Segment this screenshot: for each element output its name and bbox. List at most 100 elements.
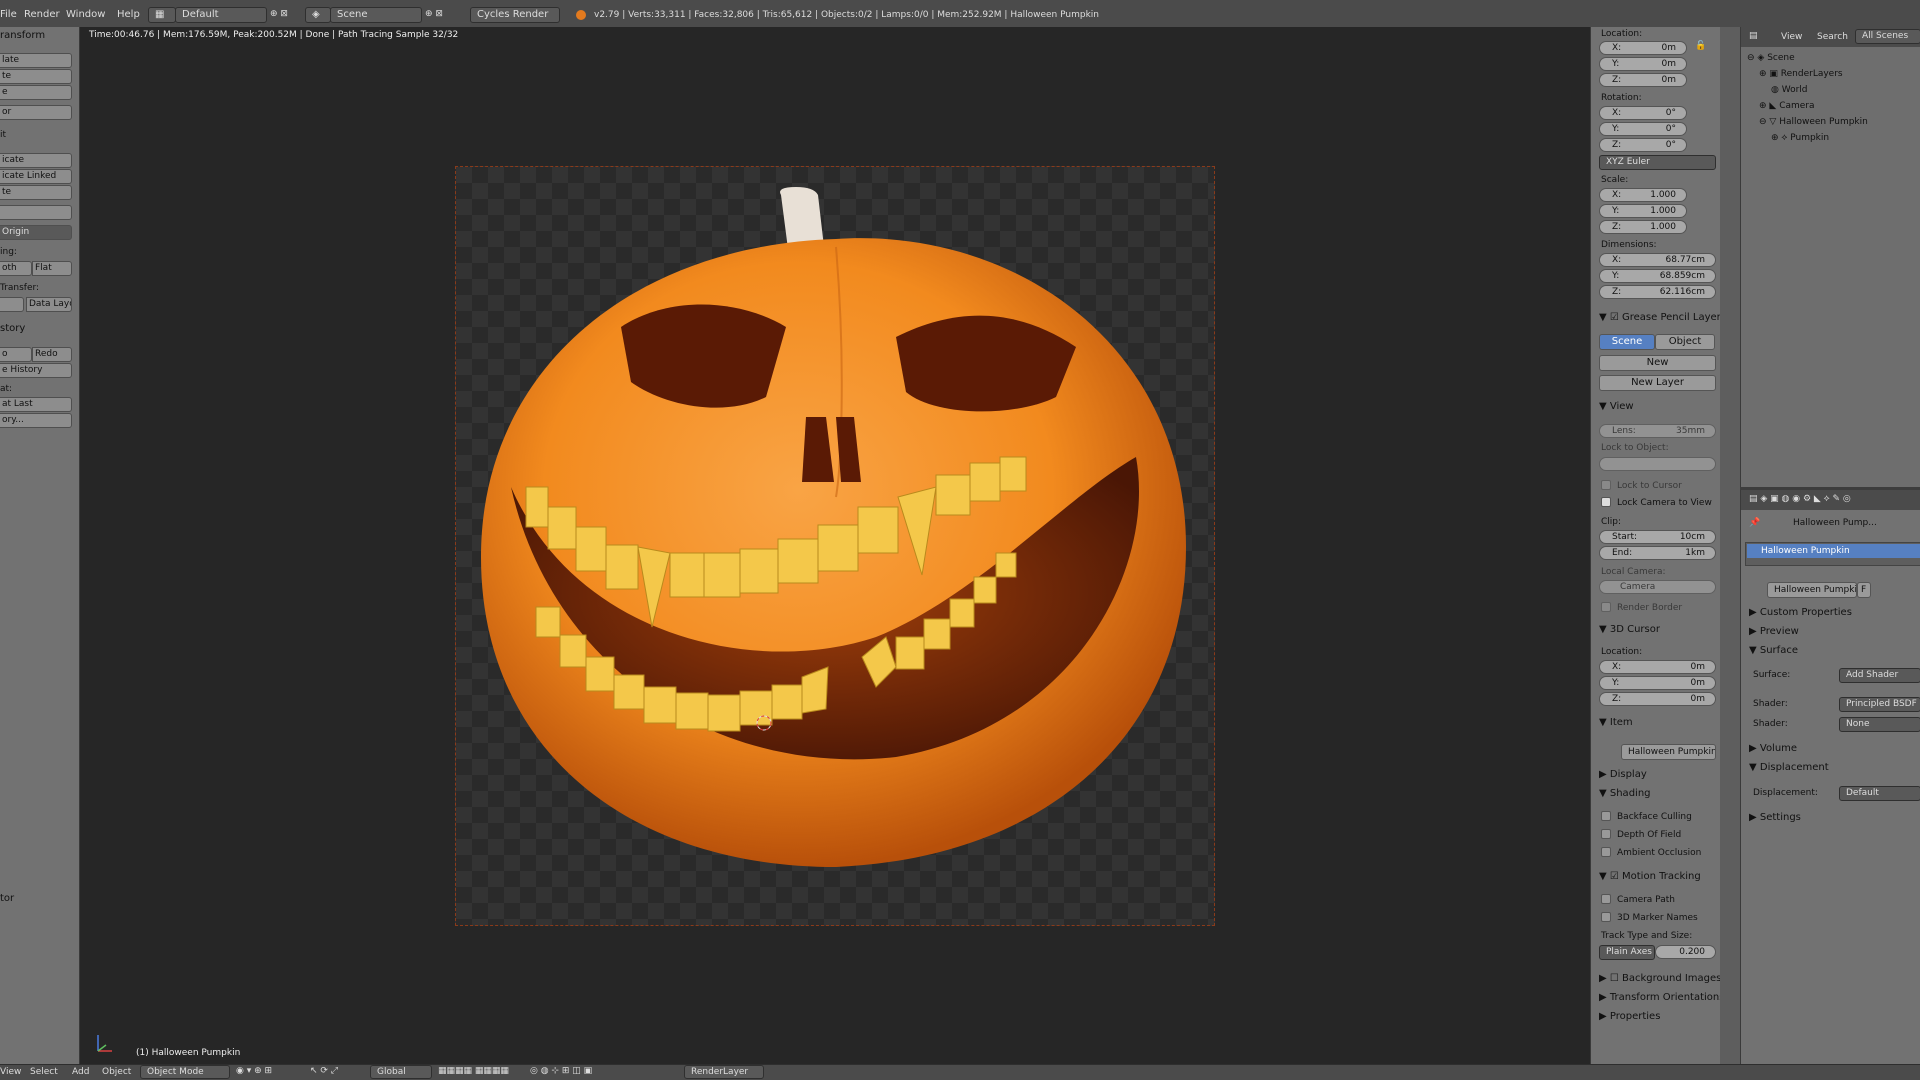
smooth-button[interactable]: oth <box>0 261 32 276</box>
outliner-display-mode[interactable]: All Scenes <box>1855 29 1920 44</box>
material-name-field[interactable]: Halloween Pumpkin <box>1767 582 1857 598</box>
outliner-view-menu[interactable]: View <box>1781 32 1802 42</box>
props-tabs-icon[interactable]: ▤ ◈ ▣ ◍ ◉ ⚙ ◣ ⟡ ✎ ◎ <box>1749 494 1851 504</box>
render-layer-selector[interactable]: RenderLayer <box>684 1065 764 1079</box>
displacement-header[interactable]: ▼ Displacement <box>1749 762 1829 773</box>
mirror-button[interactable]: or <box>0 105 72 120</box>
track-size-field[interactable]: 0.200 <box>1655 945 1716 959</box>
bg-images-header[interactable]: ▶ ☐ Background Images <box>1599 973 1721 984</box>
join-button[interactable] <box>0 205 72 220</box>
item-name-field[interactable]: Halloween Pumpkin <box>1621 744 1716 760</box>
layout-selector[interactable]: Default <box>175 7 267 23</box>
layout-add-icon[interactable]: ⊕ ⊠ <box>270 9 288 19</box>
volume-header[interactable]: ▶ Volume <box>1749 743 1797 754</box>
shading-header[interactable]: ▼ Shading <box>1599 788 1651 799</box>
surface-header[interactable]: ▼ Surface <box>1749 645 1798 656</box>
panel-divider[interactable] <box>1720 27 1740 1064</box>
clip-start-field[interactable]: Start: 10cm <box>1599 530 1716 544</box>
bottom-add-menu[interactable]: Add <box>72 1067 89 1077</box>
backface-culling-checkbox[interactable] <box>1601 811 1611 821</box>
gp-new-button[interactable]: New <box>1599 355 1716 371</box>
dof-checkbox[interactable] <box>1601 829 1611 839</box>
outliner-item-renderlayers[interactable]: ⊕ ▣ RenderLayers <box>1759 69 1843 79</box>
lock-to-cursor-checkbox[interactable] <box>1601 480 1611 490</box>
shader2-field[interactable]: None <box>1839 717 1920 732</box>
dimension-y-field[interactable]: Y: 68.859cm <box>1599 269 1716 283</box>
3d-cursor-header[interactable]: ▼ 3D Cursor <box>1599 624 1660 635</box>
settings-header[interactable]: ▶ Settings <box>1749 812 1801 823</box>
preview-header[interactable]: ▶ Preview <box>1749 626 1799 637</box>
cursor-y-field[interactable]: Y: 0m <box>1599 676 1716 690</box>
outliner-editor-icon[interactable]: ▤ <box>1749 31 1758 41</box>
lock-location-icon[interactable]: 🔓 <box>1695 41 1706 51</box>
manipulator-icons[interactable]: ↖ ⟳ ⤢ <box>310 1066 338 1076</box>
undo-button[interactable]: o <box>0 347 32 362</box>
displacement-field[interactable]: Default <box>1839 786 1920 801</box>
location-x-field[interactable]: X: 0m <box>1599 41 1687 55</box>
outliner-item-pumpkin-mesh[interactable]: ⊕ ⟡ Pumpkin <box>1771 133 1829 143</box>
duplicate-linked-button[interactable]: icate Linked <box>0 169 72 184</box>
menu-help[interactable]: Help <box>117 9 140 20</box>
lock-object-field[interactable] <box>1599 457 1716 471</box>
view-panel-header[interactable]: ▼ View <box>1599 401 1634 412</box>
ao-checkbox[interactable] <box>1601 847 1611 857</box>
local-camera-field[interactable]: Camera <box>1599 580 1716 594</box>
dimension-x-field[interactable]: X: 68.77cm <box>1599 253 1716 267</box>
translate-button[interactable]: late <box>0 53 72 68</box>
delete-button[interactable]: te <box>0 185 72 200</box>
shader-field[interactable]: Principled BSDF <box>1839 697 1920 712</box>
material-slot-item[interactable]: Halloween Pumpkin <box>1747 544 1920 558</box>
properties-header[interactable]: ▶ Properties <box>1599 1011 1660 1022</box>
fake-user-button[interactable]: F <box>1857 582 1871 598</box>
lens-field[interactable]: Lens: 35mm <box>1599 424 1716 438</box>
track-type-dropdown[interactable]: Plain Axes <box>1599 945 1655 960</box>
bottom-view-menu[interactable]: View <box>0 1067 21 1077</box>
location-y-field[interactable]: Y: 0m <box>1599 57 1687 71</box>
scene-icon[interactable]: ◈ <box>305 7 331 23</box>
location-z-field[interactable]: Z: 0m <box>1599 73 1687 87</box>
data-layout-button[interactable]: Data Layo <box>26 297 72 312</box>
scale-x-field[interactable]: X: 1.000 <box>1599 188 1687 202</box>
cursor-z-field[interactable]: Z: 0m <box>1599 692 1716 706</box>
repeat-last-button[interactable]: at Last <box>0 397 72 412</box>
set-origin-dropdown[interactable]: Origin <box>0 225 72 240</box>
rotation-mode-dropdown[interactable]: XYZ Euler <box>1599 155 1716 170</box>
transform-orientation-dropdown[interactable]: Global <box>370 1065 432 1079</box>
scale-z-field[interactable]: Z: 1.000 <box>1599 220 1687 234</box>
surface-shader-field[interactable]: Add Shader <box>1839 668 1920 683</box>
outliner-search-menu[interactable]: Search <box>1817 32 1848 42</box>
outliner-item-camera[interactable]: ⊕ ◣ Camera <box>1759 101 1815 111</box>
item-header[interactable]: ▼ Item <box>1599 717 1633 728</box>
camera-path-checkbox[interactable] <box>1601 894 1611 904</box>
scene-add-icon[interactable]: ⊕ ⊠ <box>425 9 443 19</box>
clip-end-field[interactable]: End: 1km <box>1599 546 1716 560</box>
rotation-y-field[interactable]: Y: 0° <box>1599 122 1687 136</box>
bottom-object-menu[interactable]: Object <box>102 1067 131 1077</box>
screen-layout-icon[interactable]: ▦ <box>148 7 176 23</box>
cursor-x-field[interactable]: X: 0m <box>1599 660 1716 674</box>
menu-render[interactable]: Render <box>24 9 60 20</box>
marker-names-checkbox[interactable] <box>1601 912 1611 922</box>
menu-window[interactable]: Window <box>66 9 105 20</box>
render-border-checkbox[interactable] <box>1601 602 1611 612</box>
motion-tracking-header[interactable]: ▼ ☑ Motion Tracking <box>1599 871 1701 882</box>
repeat-history-button[interactable]: ory... <box>0 413 72 428</box>
dimension-z-field[interactable]: Z: 62.116cm <box>1599 285 1716 299</box>
proportional-edit-icons[interactable]: ◎ ◍ ⊹ ⊞ ◫ ▣ <box>530 1066 592 1076</box>
data-button[interactable] <box>0 297 24 312</box>
menu-file[interactable]: File <box>0 9 17 20</box>
rotation-z-field[interactable]: Z: 0° <box>1599 138 1687 152</box>
duplicate-button[interactable]: icate <box>0 153 72 168</box>
grease-pencil-header[interactable]: ▼ ☑ Grease Pencil Layers <box>1599 312 1726 323</box>
transform-orient-header[interactable]: ▶ Transform Orientations <box>1599 992 1724 1003</box>
scene-selector[interactable]: Scene <box>330 7 422 23</box>
bottom-select-menu[interactable]: Select <box>30 1067 58 1077</box>
outliner-item-halloween-pumpkin[interactable]: ⊖ ▽ Halloween Pumpkin <box>1759 117 1868 127</box>
outliner-item-scene[interactable]: ⊖ ◈ Scene <box>1747 53 1795 63</box>
lock-camera-checkbox[interactable] <box>1601 497 1611 507</box>
render-engine-selector[interactable]: Cycles Render <box>470 7 560 23</box>
gp-scene-tab[interactable]: Scene <box>1599 334 1655 350</box>
viewport-shading-icon[interactable]: ◉ ▾ ⊕ ⊞ <box>236 1066 272 1076</box>
undo-history-button[interactable]: e History <box>0 363 72 378</box>
layers-grid-icon[interactable]: ▦▦▦▦ ▦▦▦▦ <box>438 1066 509 1076</box>
